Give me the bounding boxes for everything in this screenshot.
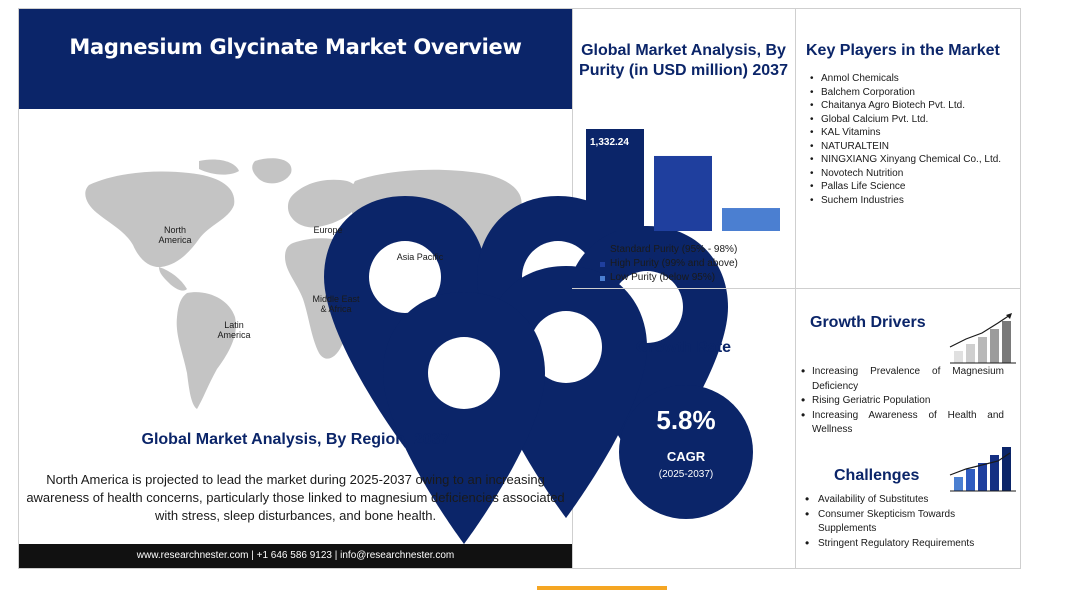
players-heading: Key Players in the Market <box>806 42 1000 59</box>
region-name: North America <box>158 225 192 245</box>
challenge-item: Availability of Substitutes <box>804 492 1010 508</box>
purity-legend: Standard Purity (95% - 98%) High Purity (… <box>600 243 738 285</box>
region-label-north-america: North America <box>145 225 205 245</box>
legend-label: High Purity (99% and above) <box>610 258 738 269</box>
player-item: Anmol Chemicals <box>810 72 1015 86</box>
contact-footer: www.researchnester.com | +1 646 586 9123… <box>19 544 572 568</box>
player-item: Balchem Corporation <box>810 86 1015 100</box>
purity-bar <box>722 208 780 231</box>
challenges-list: Availability of SubstitutesConsumer Skep… <box>804 492 1010 552</box>
page-title: Magnesium Glycinate Market Overview <box>69 35 522 59</box>
player-item: KAL Vitamins <box>810 126 1015 140</box>
purity-panel: Global Market Analysis, By Purity (in US… <box>572 9 796 289</box>
growth-heading: Growth Rate <box>635 339 732 356</box>
region-heading: Global Market Analysis, By Region, 2037 <box>141 431 450 448</box>
region-label-europe: Europe <box>298 225 358 235</box>
region-name: Latin America <box>217 320 251 340</box>
cagr-period: (2025-2037) <box>658 469 714 480</box>
challenge-item: Stringent Regulatory Requirements <box>804 536 1010 552</box>
region-name: Europe <box>313 225 343 235</box>
bar-growth-icon <box>949 313 1016 364</box>
player-item: Novotech Nutrition <box>810 167 1015 181</box>
key-players-panel: Key Players in the Market Anmol Chemical… <box>796 9 1020 289</box>
player-item: NATURALTEIN <box>810 140 1015 154</box>
legend-item: Standard Purity (95% - 98%) <box>600 243 738 257</box>
drivers-heading: Growth Drivers <box>810 314 926 331</box>
cagr-label: CAGR <box>666 449 706 464</box>
region-panel: Magnesium Glycinate Market Overview Nort… <box>19 9 728 568</box>
purity-bar-value-label: 1,332.24 <box>590 137 629 148</box>
driver-item: Rising Geriatric Population <box>798 393 1004 409</box>
legend-item: Low Purity (below 95%) <box>600 271 738 285</box>
growth-rate-panel: Growth Rate 5.8% CAGR (2025-2037) <box>572 289 796 568</box>
drivers-challenges-panel: Growth Drivers Increasing Prevalence of … <box>796 289 1020 568</box>
driver-item: Increasing Prevalence of Magnesium Defic… <box>798 364 1004 394</box>
region-description: North America is projected to lead the m… <box>26 472 565 523</box>
cagr-value: 5.8% <box>656 405 716 435</box>
player-item: Suchem Industries <box>810 194 1015 208</box>
region-label-latin-america: Latin America <box>204 320 264 340</box>
legend-label: Standard Purity (95% - 98%) <box>610 244 738 255</box>
drivers-list: Increasing Prevalence of Magnesium Defic… <box>798 364 1004 438</box>
world-map: North America Europe Asia Pacific Middle… <box>59 147 728 544</box>
purity-heading: Global Market Analysis, By Purity (in US… <box>579 42 788 79</box>
bar-challenge-icon <box>949 447 1016 492</box>
player-item: Global Calcium Pvt. Ltd. <box>810 113 1015 127</box>
challenges-heading: Challenges <box>834 467 920 484</box>
legend-label: Low Purity (below 95%) <box>610 272 716 283</box>
purity-bar <box>654 155 712 231</box>
cagr-circle: 5.8% CAGR (2025-2037) <box>619 385 753 519</box>
player-item: NINGXIANG Xinyang Chemical Co., Ltd. <box>810 153 1015 167</box>
title-band: Magnesium Glycinate Market Overview <box>19 9 572 109</box>
player-item: Chaitanya Agro Biotech Pvt. Ltd. <box>810 99 1015 113</box>
legend-item: High Purity (99% and above) <box>600 257 738 271</box>
legend-swatch <box>600 247 605 253</box>
legend-swatch <box>600 275 605 281</box>
accent-strip <box>537 586 667 590</box>
purity-bar-chart: 1,332.24 <box>586 129 780 231</box>
legend-swatch <box>600 261 605 267</box>
players-list: Anmol ChemicalsBalchem CorporationChaita… <box>810 72 1015 207</box>
player-item: Pallas Life Science <box>810 180 1015 194</box>
challenge-item: Consumer Skepticism Towards Supplements <box>804 507 1010 537</box>
infographic-frame: Magnesium Glycinate Market Overview Nort… <box>18 8 1021 569</box>
driver-item: Increasing Awareness of Health and Welln… <box>798 408 1004 438</box>
